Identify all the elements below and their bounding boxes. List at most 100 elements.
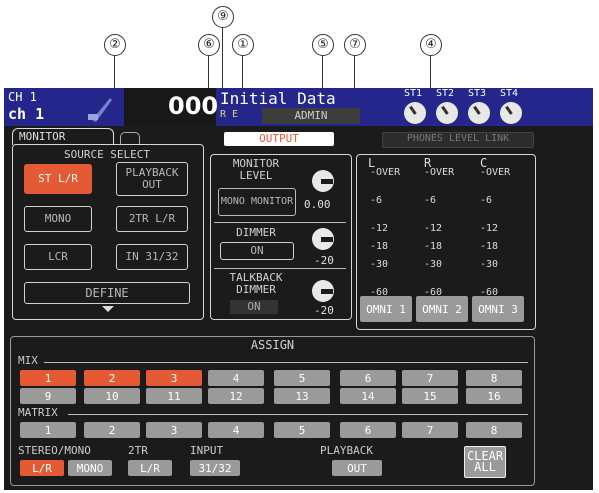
meter-l-30: -30 xyxy=(370,259,389,270)
meter-c-30: -30 xyxy=(480,259,499,270)
callout-4: ④ xyxy=(420,34,442,56)
mix-12-button[interactable]: 12 xyxy=(208,388,264,404)
mix-8-button[interactable]: 8 xyxy=(466,370,522,386)
mix-13-button[interactable]: 13 xyxy=(274,388,330,404)
omni-1-button[interactable]: OMNI 1 xyxy=(360,296,412,322)
input-31-32-button[interactable]: 31/32 xyxy=(190,460,240,476)
source-in-31-32-button[interactable]: IN 31/32 xyxy=(116,244,188,270)
source-2tr-lr-button[interactable]: 2TR L/R xyxy=(116,206,188,232)
source-playback-out-button[interactable]: PLAYBACK OUT xyxy=(116,162,188,196)
stereo-lr-button[interactable]: L/R xyxy=(20,460,64,476)
mix-9-button[interactable]: 9 xyxy=(20,388,76,404)
mix-10-button[interactable]: 10 xyxy=(84,388,140,404)
mix-4-button[interactable]: 4 xyxy=(208,370,264,386)
callout-2: ② xyxy=(104,34,126,56)
st4-knob-icon[interactable] xyxy=(500,102,522,124)
callout-5: ⑤ xyxy=(312,34,334,56)
talkback-on-indicator: ON xyxy=(230,300,278,314)
callout-1: ① xyxy=(232,34,254,56)
matrix-8-button[interactable]: 8 xyxy=(466,422,522,438)
clear-all-button[interactable]: CLEAR ALL xyxy=(464,446,506,478)
meter-r-scale: -OVER -6 -12 -18 -30 -60 xyxy=(424,166,454,300)
divider-1 xyxy=(214,222,346,223)
meter-c-12: -12 xyxy=(480,223,499,234)
mix-14-button[interactable]: 14 xyxy=(340,388,396,404)
mix-15-button[interactable]: 15 xyxy=(402,388,458,404)
source-st-lr-button[interactable]: ST L/R xyxy=(24,164,92,194)
st2-label: ST2 xyxy=(436,88,455,99)
mono-monitor-button[interactable]: MONO MONITOR xyxy=(218,188,296,216)
mix-3-button[interactable]: 3 xyxy=(146,370,202,386)
matrix-5-button[interactable]: 5 xyxy=(274,422,330,438)
matrix-3-button[interactable]: 3 xyxy=(146,422,202,438)
matrix-rule xyxy=(68,414,528,415)
meter-c-18: -18 xyxy=(480,241,499,252)
mix-16-button[interactable]: 16 xyxy=(466,388,522,404)
matrix-7-button[interactable]: 7 xyxy=(402,422,458,438)
source-lcr-button[interactable]: LCR xyxy=(24,244,92,270)
assign-title: ASSIGN xyxy=(250,338,295,352)
2tr-lr-button[interactable]: L/R xyxy=(128,460,172,476)
matrix-6-button[interactable]: 6 xyxy=(340,422,396,438)
phones-level-link-button[interactable]: PHONES LEVEL LINK xyxy=(382,132,534,148)
meter-r-6: -6 xyxy=(424,195,437,206)
divider-2 xyxy=(214,268,346,269)
mix-7-button[interactable]: 7 xyxy=(402,370,458,386)
monitor-level-value: 0.00 xyxy=(304,198,331,211)
function-access-area: CH 1 ch 1 000 Initial Data R E ADMIN ST1… xyxy=(4,88,593,126)
output-indicator: OUTPUT xyxy=(224,132,334,146)
omni-2-button[interactable]: OMNI 2 xyxy=(416,296,468,322)
mix-rule xyxy=(44,362,528,363)
define-arrow-icon xyxy=(102,306,114,312)
define-button[interactable]: DEFINE xyxy=(24,282,190,304)
mix-2-button[interactable]: 2 xyxy=(84,370,140,386)
dimmer-knob-icon[interactable] xyxy=(312,228,334,250)
meter-l-over: -OVER xyxy=(370,167,401,178)
dimmer-title: DIMMER xyxy=(236,226,276,239)
scene-flags: R E xyxy=(220,109,239,120)
playback-label: PLAYBACK xyxy=(320,444,373,457)
monitor-level-knob-icon[interactable] xyxy=(312,170,334,192)
matrix-1-button[interactable]: 1 xyxy=(20,422,76,438)
omni-3-button[interactable]: OMNI 3 xyxy=(472,296,524,322)
source-mono-button[interactable]: MONO xyxy=(24,206,92,232)
source-select-title: SOURCE SELECT xyxy=(63,148,151,161)
tab-monitor[interactable]: MONITOR xyxy=(12,128,114,145)
2tr-label: 2TR xyxy=(128,444,148,457)
matrix-label: MATRIX xyxy=(18,406,58,419)
channel-name: ch 1 xyxy=(8,105,45,123)
meter-c-over: -OVER xyxy=(480,167,511,178)
st1-label: ST1 xyxy=(404,88,423,99)
meter-c-6: -6 xyxy=(480,195,493,206)
matrix-4-button[interactable]: 4 xyxy=(208,422,264,438)
st2-knob-icon[interactable] xyxy=(436,102,458,124)
matrix-2-button[interactable]: 2 xyxy=(84,422,140,438)
dimmer-on-button[interactable]: ON xyxy=(220,242,294,260)
user-name[interactable]: ADMIN xyxy=(262,108,360,124)
talkback-dimmer-value: -20 xyxy=(314,304,334,317)
st4-label: ST4 xyxy=(500,88,519,99)
st1-knob-icon[interactable] xyxy=(404,102,426,124)
mono-assign-button[interactable]: MONO xyxy=(68,460,112,476)
talkback-on-label: ON xyxy=(247,300,261,313)
output-label: OUTPUT xyxy=(259,132,299,145)
fader-icon xyxy=(84,94,114,122)
mix-6-button[interactable]: 6 xyxy=(340,370,396,386)
phones-level-link-label: PHONES LEVEL LINK xyxy=(406,133,510,144)
meter-l-scale: -OVER -6 -12 -18 -30 -60 xyxy=(370,166,400,300)
mix-1-button[interactable]: 1 xyxy=(20,370,76,386)
mix-5-button[interactable]: 5 xyxy=(274,370,330,386)
playback-out-button[interactable]: OUT xyxy=(332,460,382,476)
meter-r-30: -30 xyxy=(424,259,443,270)
meter-l-18: -18 xyxy=(370,241,389,252)
callout-6: ⑥ xyxy=(198,34,220,56)
meter-r-12: -12 xyxy=(424,223,443,234)
mix-label: MIX xyxy=(18,354,38,367)
monitor-level-title: MONITOR LEVEL xyxy=(232,157,280,182)
meter-c-scale: -OVER -6 -12 -18 -30 -60 xyxy=(480,166,510,300)
scene-title: Initial Data xyxy=(220,89,336,108)
talkback-dimmer-knob-icon[interactable] xyxy=(312,280,334,302)
mix-11-button[interactable]: 11 xyxy=(146,388,202,404)
st3-knob-icon[interactable] xyxy=(468,102,490,124)
stereo-mono-label: STEREO/MONO xyxy=(18,444,91,457)
